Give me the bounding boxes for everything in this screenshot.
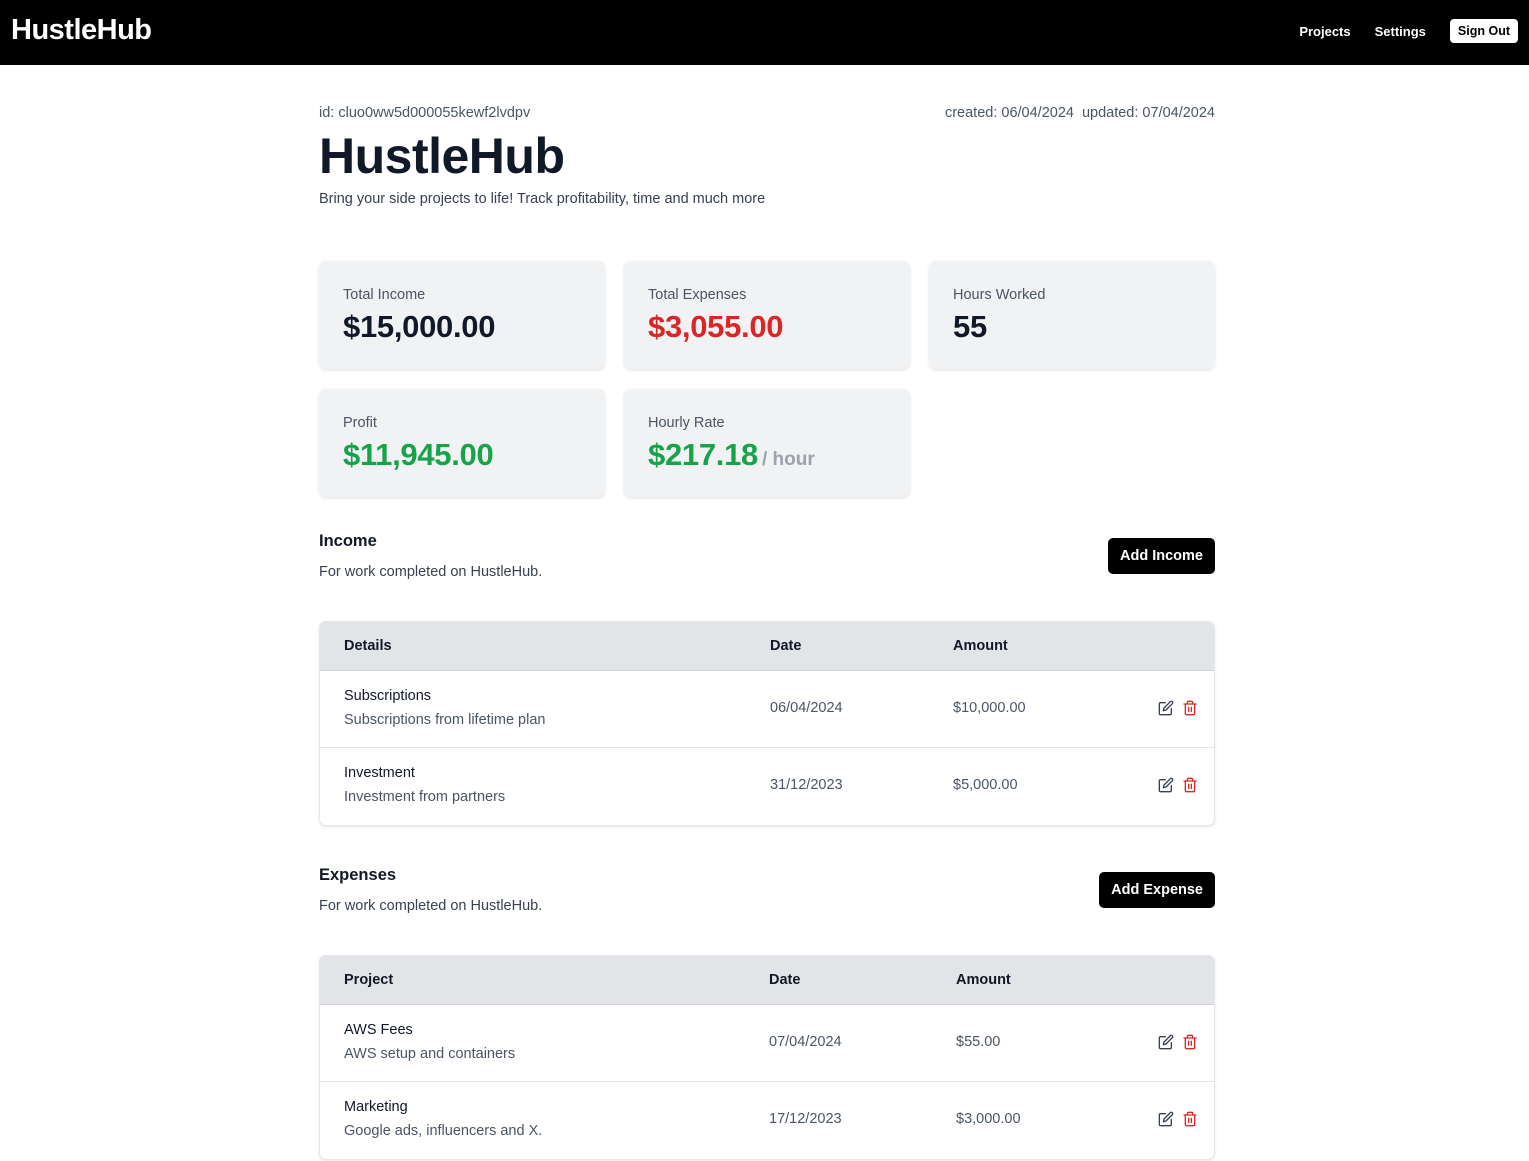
income-section-title: Income	[319, 532, 377, 550]
nav-link-projects[interactable]: Projects	[1299, 24, 1350, 39]
row-amount: $5,000.00	[953, 777, 1018, 793]
page-description: Bring your side projects to life! Track …	[319, 191, 766, 207]
stat-label: Profit	[343, 415, 377, 431]
stat-card-hours-worked: Hours Worked 55	[929, 261, 1215, 369]
trash-icon[interactable]	[1182, 777, 1198, 793]
column-header-date: Date	[770, 638, 802, 654]
table-header: Project Date Amount	[320, 956, 1214, 1005]
row-subtitle: Subscriptions from lifetime plan	[344, 712, 546, 728]
stat-label: Total Expenses	[648, 287, 747, 303]
column-header-details: Details	[344, 638, 392, 654]
stat-card-profit: Profit $11,945.00	[319, 389, 605, 497]
row-subtitle: AWS setup and containers	[344, 1046, 516, 1062]
expenses-section-title: Expenses	[319, 866, 397, 884]
row-actions	[1158, 1111, 1198, 1127]
nav-link-settings[interactable]: Settings	[1375, 24, 1426, 39]
income-table: Details Date Amount Subscriptions Subscr…	[319, 621, 1215, 826]
row-subtitle: Investment from partners	[344, 789, 506, 805]
row-date: 07/04/2024	[769, 1034, 842, 1050]
trash-icon[interactable]	[1182, 1111, 1198, 1127]
row-amount: $3,000.00	[956, 1111, 1021, 1127]
stat-value: $3,055.00	[648, 309, 784, 344]
trash-icon[interactable]	[1182, 1034, 1198, 1050]
expenses-section-description: For work completed on HustleHub.	[319, 898, 543, 914]
row-amount: $10,000.00	[953, 700, 1026, 716]
column-header-project: Project	[344, 972, 394, 988]
row-date: 31/12/2023	[770, 777, 843, 793]
stat-card-hourly-rate: Hourly Rate $217.18/ hour	[624, 389, 910, 497]
stat-label: Hours Worked	[953, 287, 1046, 303]
row-date: 06/04/2024	[770, 700, 843, 716]
table-header: Details Date Amount	[320, 622, 1214, 671]
created-date: created: 06/04/2024	[944, 105, 1074, 121]
app-logo[interactable]: HustleHub	[11, 14, 152, 47]
row-actions	[1158, 700, 1198, 716]
project-id: id: cluo0ww5d000055kewf2lvdpv	[319, 105, 531, 121]
stat-value-wrapper: $217.18/ hour	[648, 437, 815, 473]
table-row: Marketing Google ads, influencers and X.…	[320, 1082, 1214, 1159]
stat-value: $15,000.00	[343, 309, 496, 344]
table-row: AWS Fees AWS setup and containers 07/04/…	[320, 1005, 1214, 1082]
stat-label: Total Income	[343, 287, 426, 303]
row-date: 17/12/2023	[769, 1111, 842, 1127]
table-row: Subscriptions Subscriptions from lifetim…	[320, 671, 1214, 748]
column-header-amount: Amount	[953, 638, 1008, 654]
column-header-amount: Amount	[956, 972, 1011, 988]
trash-icon[interactable]	[1182, 700, 1198, 716]
pencil-square-icon[interactable]	[1158, 777, 1174, 793]
stat-card-total-income: Total Income $15,000.00	[319, 261, 605, 369]
stat-value: $217.18	[648, 437, 758, 472]
row-actions	[1158, 777, 1198, 793]
page-title: HustleHub	[319, 128, 565, 184]
row-title: Investment	[344, 765, 415, 781]
row-title: Marketing	[344, 1099, 408, 1115]
row-subtitle: Google ads, influencers and X.	[344, 1123, 543, 1139]
stat-card-total-expenses: Total Expenses $3,055.00	[624, 261, 910, 369]
pencil-square-icon[interactable]	[1158, 700, 1174, 716]
add-expense-button[interactable]: Add Expense	[1099, 872, 1215, 908]
stat-label: Hourly Rate	[648, 415, 725, 431]
income-section-description: For work completed on HustleHub.	[319, 564, 543, 580]
top-navbar: HustleHub Projects Settings Sign Out	[0, 0, 1529, 65]
updated-date: updated: 07/04/2024	[1081, 105, 1215, 121]
stat-unit: / hour	[761, 449, 815, 470]
nav-links: Projects Settings Sign Out	[1299, 19, 1518, 43]
column-header-date: Date	[769, 972, 801, 988]
project-dates: created: 06/04/2024 updated: 07/04/2024	[945, 105, 1215, 121]
table-row: Investment Investment from partners 31/1…	[320, 748, 1214, 825]
row-amount: $55.00	[956, 1034, 1001, 1050]
sign-out-button[interactable]: Sign Out	[1449, 19, 1518, 43]
expenses-table: Project Date Amount AWS Fees AWS setup a…	[319, 955, 1215, 1160]
row-title: Subscriptions	[344, 688, 432, 704]
row-title: AWS Fees	[344, 1022, 413, 1038]
row-actions	[1158, 1034, 1198, 1050]
stat-value: $11,945.00	[343, 437, 494, 472]
pencil-square-icon[interactable]	[1158, 1111, 1174, 1127]
pencil-square-icon[interactable]	[1158, 1034, 1174, 1050]
stat-value: 55	[953, 309, 987, 344]
add-income-button[interactable]: Add Income	[1108, 538, 1215, 574]
